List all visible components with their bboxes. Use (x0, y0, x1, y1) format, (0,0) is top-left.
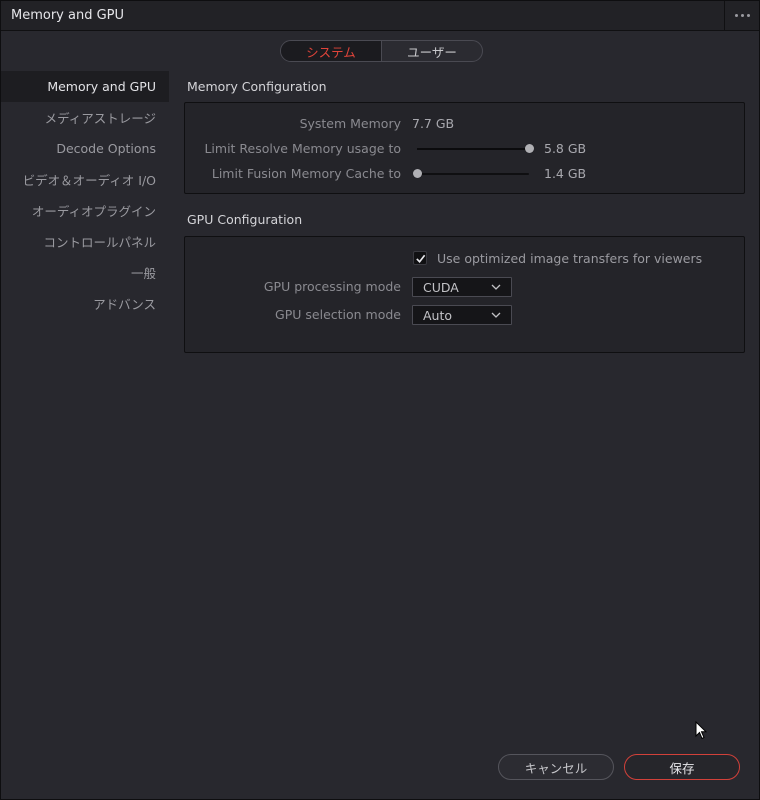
resolve-memory-limit-label: Limit Resolve Memory usage to (204, 141, 401, 156)
gpu-processing-mode-select[interactable]: CUDA (412, 277, 512, 297)
gpu-configuration-panel: Use optimized image transfers for viewer… (184, 236, 745, 353)
fusion-cache-slider-thumb[interactable] (413, 169, 422, 178)
gpu-selection-mode-value: Auto (423, 307, 453, 323)
system-memory-label: System Memory (299, 116, 401, 131)
sidebar-item-decode-options[interactable]: Decode Options (1, 133, 169, 164)
sidebar-item-memory-and-gpu[interactable]: Memory and GPU (1, 71, 169, 102)
sidebar-item-media-storage[interactable]: メディアストレージ (1, 102, 169, 133)
fusion-cache-slider-track (417, 173, 529, 175)
title-bar: Memory and GPU (1, 1, 759, 31)
gpu-processing-mode-value: CUDA (423, 279, 459, 295)
optimized-transfers-label: Use optimized image transfers for viewer… (437, 251, 703, 266)
gpu-selection-mode-select[interactable]: Auto (412, 305, 512, 325)
chevron-down-icon (491, 312, 501, 318)
fusion-cache-limit-value: 1.4 GB (544, 166, 587, 181)
preferences-window: Memory and GPU システム ユーザー Memory and GPU … (0, 0, 760, 800)
more-horizontal-icon (734, 14, 750, 17)
checkmark-icon (415, 254, 425, 263)
more-options-button[interactable] (724, 1, 759, 30)
tab-system[interactable]: システム (281, 41, 382, 61)
resolve-memory-limit-value: 5.8 GB (544, 141, 587, 156)
cancel-button[interactable]: キャンセル (498, 754, 614, 780)
sidebar-item-control-panels[interactable]: コントロールパネル (1, 226, 169, 257)
system-memory-value: 7.7 GB (412, 116, 455, 131)
sidebar: Memory and GPU メディアストレージ Decode Options … (1, 71, 169, 319)
preferences-scope-switch: システム ユーザー (280, 40, 483, 62)
resolve-memory-slider-fill (417, 148, 529, 150)
fusion-cache-limit-label: Limit Fusion Memory Cache to (211, 166, 401, 181)
sidebar-item-audio-plugins[interactable]: オーディオプラグイン (1, 195, 169, 226)
window-title: Memory and GPU (11, 8, 125, 23)
sidebar-item-video-audio-io[interactable]: ビデオ＆オーディオ I/O (1, 164, 169, 195)
gpu-processing-mode-label: GPU processing mode (263, 279, 401, 294)
gpu-section-title: GPU Configuration (187, 212, 303, 227)
chevron-down-icon (491, 284, 501, 290)
memory-section-title: Memory Configuration (187, 79, 327, 94)
resolve-memory-limit-slider[interactable] (417, 144, 534, 154)
fusion-cache-limit-slider[interactable] (413, 169, 529, 179)
optimized-transfers-checkbox[interactable] (413, 251, 427, 265)
resolve-memory-slider-thumb[interactable] (525, 144, 534, 153)
mouse-pointer-icon (695, 721, 707, 740)
memory-configuration-panel: System Memory 7.7 GB Limit Resolve Memor… (184, 102, 745, 194)
save-button[interactable]: 保存 (624, 754, 740, 780)
sidebar-item-general[interactable]: 一般 (1, 257, 169, 288)
sidebar-item-advanced[interactable]: アドバンス (1, 288, 169, 319)
tab-user[interactable]: ユーザー (382, 41, 482, 61)
gpu-selection-mode-label: GPU selection mode (275, 307, 401, 322)
